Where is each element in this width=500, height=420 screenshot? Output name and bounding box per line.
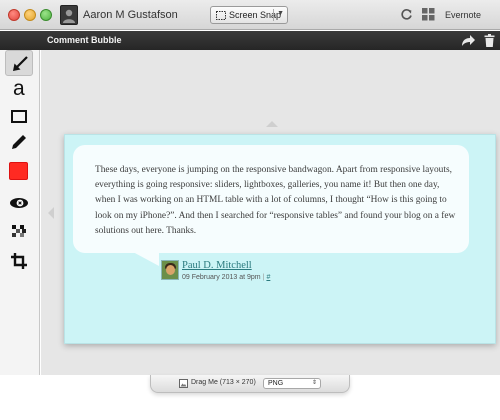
pixelate-icon (12, 225, 26, 237)
color-tool[interactable] (5, 158, 33, 184)
comment-meta: 09 February 2013 at 9pm | # (182, 274, 270, 281)
title-bar: Aaron M Gustafson Screen Snap ▼ Evernote (0, 0, 500, 30)
pen-icon (12, 135, 26, 149)
header-title: Comment Bubble (47, 35, 122, 45)
crop-tool[interactable] (5, 248, 33, 274)
rectangle-icon (11, 110, 27, 123)
drag-tray[interactable]: Drag Me (713 × 270) PNG ⇕ (150, 375, 350, 393)
pixelate-tool[interactable] (5, 220, 33, 246)
chevron-updown-icon: ⇕ (311, 380, 317, 386)
comment-bubble-tail (133, 252, 159, 266)
drag-me-label[interactable]: Drag Me (713 × 270) (191, 379, 256, 386)
format-value: PNG (268, 380, 284, 387)
editor-canvas[interactable]: These days, everyone is jumping on the r… (41, 50, 500, 375)
trash-icon[interactable] (484, 34, 495, 47)
arrow-icon (13, 56, 28, 71)
tool-sidebar: a (0, 50, 40, 375)
chevron-down-icon: ▼ (277, 10, 284, 17)
nudge-up-arrow-icon[interactable] (266, 121, 278, 127)
close-window-button[interactable] (8, 9, 20, 21)
pen-tool[interactable] (5, 130, 33, 156)
screen-snap-icon (216, 11, 226, 20)
drag-image-icon (179, 379, 188, 388)
captured-snapshot[interactable]: These days, everyone is jumping on the r… (64, 134, 496, 344)
author-avatar (161, 260, 179, 280)
nudge-left-arrow-icon[interactable] (48, 207, 54, 219)
user-name: Aaron M Gustafson (83, 9, 178, 21)
arrow-tool[interactable] (5, 50, 33, 76)
color-swatch (9, 162, 28, 180)
blur-icon (10, 198, 28, 208)
minimize-window-button[interactable] (24, 9, 36, 21)
share-icon[interactable] (460, 34, 476, 47)
user-avatar[interactable] (60, 5, 78, 25)
meta-separator: | (262, 274, 265, 281)
blur-tool[interactable] (5, 190, 33, 216)
snap-mode-select[interactable]: Screen Snap ▼ (210, 6, 288, 24)
author-name-link[interactable]: Paul D. Mitchell (182, 260, 252, 271)
rectangle-tool[interactable] (5, 104, 33, 130)
comment-text: These days, everyone is jumping on the r… (95, 165, 456, 236)
select-divider (273, 9, 274, 21)
text-tool[interactable]: a (5, 77, 33, 105)
comment-bubble: These days, everyone is jumping on the r… (73, 145, 469, 253)
editor-header: Comment Bubble (0, 31, 500, 50)
evernote-label[interactable]: Evernote (445, 10, 481, 20)
zoom-window-button[interactable] (40, 9, 52, 21)
text-icon: a (13, 77, 25, 100)
comment-date: 09 February 2013 at 9pm (182, 274, 261, 281)
user-silhouette-icon (63, 9, 75, 23)
crop-icon (11, 253, 27, 269)
evernote-grid-icon[interactable] (422, 8, 435, 21)
format-select[interactable]: PNG ⇕ (263, 378, 321, 389)
refresh-icon[interactable] (400, 8, 413, 21)
permalink-link[interactable]: # (266, 274, 270, 281)
